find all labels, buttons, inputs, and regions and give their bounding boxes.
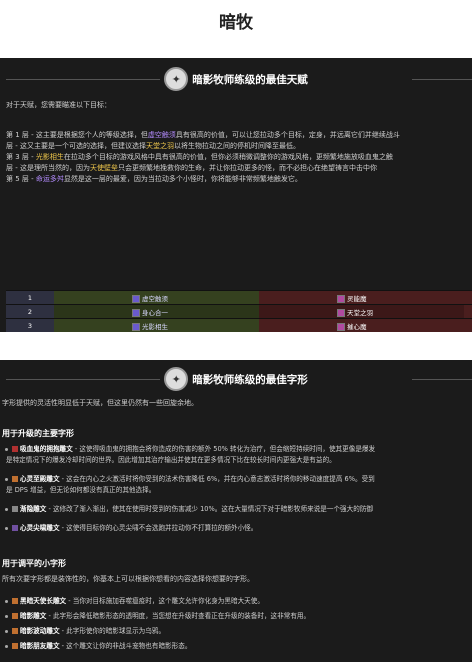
glyph-icon bbox=[12, 628, 18, 634]
talent-table-row: 1 虚空触须 灵能魔 bbox=[6, 290, 472, 305]
glyph-desc: - 这使得吸血鬼的拥抱会将你造成的伤害的额外 50% 转化为治疗，但会缩短持续时… bbox=[72, 445, 376, 453]
line-text: 层 - 这是理所当然的，因为 bbox=[6, 164, 90, 172]
glyph-header-title: 暗影牧师练级的最佳字形 bbox=[192, 373, 308, 386]
talent-cell[interactable]: 灵能魔 bbox=[259, 290, 464, 305]
glyph-desc: - 这个雕文让你的非战斗宠物也有暗影形态。 bbox=[59, 642, 192, 650]
glyph-link[interactable]: 吸血鬼的拥抱雕文 bbox=[20, 445, 73, 453]
talent-name: 灵能魔 bbox=[347, 294, 367, 303]
talent-icon bbox=[337, 294, 345, 303]
talent-name: 天堂之羽 bbox=[347, 308, 373, 317]
tier-cell: 2 bbox=[6, 304, 54, 319]
glyph-icon bbox=[12, 506, 18, 512]
talent-tier-line: 层 - 这是理所当然的，因为天使壁垒只会更频繁地挽救你的生命，并让你拉动更多的怪… bbox=[6, 163, 472, 174]
glyph-link[interactable]: 渐隐雕文 bbox=[20, 505, 46, 513]
line-text: 第 1 层 - 这主要是根据您个人的等级选择，但 bbox=[6, 131, 148, 139]
line-text: 只会更频繁地挽救你的生命，并让你拉动更多的怪，而不必担心在绝望祷言中击中你 bbox=[117, 164, 377, 172]
talent-icon bbox=[337, 308, 345, 317]
line-text: 第 3 层 - bbox=[6, 153, 36, 161]
talent-tier-line: 第 1 层 - 这主要是根据您个人的等级选择，但虚空触须具有很高的价值，可以让您… bbox=[6, 130, 472, 141]
talent-link[interactable]: 天使壁垒 bbox=[90, 164, 118, 172]
minor-glyph-intro: 所有次要字形都是装饰性的，你基本上可以根据你想看的内容选择你想要的字形。 bbox=[2, 575, 254, 583]
glyph-link[interactable]: 心灵至殿雕文 bbox=[20, 475, 60, 483]
talent-table-row: 2 身心合一 天堂之羽 bbox=[6, 304, 472, 319]
line-text: 以将生物拉动之间的停机时间降至最低。 bbox=[173, 142, 300, 150]
glyph-link[interactable]: 暗影朋友雕文 bbox=[20, 642, 60, 650]
major-glyph-title: 用于升级的主要字形 bbox=[2, 429, 74, 438]
talent-panel: ✦ 暗影牧师练级的最佳天赋 对于天赋，您需要瞄准以下目标： 第 1 层 - 这主… bbox=[0, 58, 472, 332]
glyph-section-header: ✦ 暗影牧师练级的最佳字形 bbox=[0, 366, 472, 392]
glyph-link[interactable]: 暗影波动雕文 bbox=[20, 627, 60, 635]
talent-tier-line: 第 5 层 - 命运多舛显然是这一层的最爱，因为当拉动多个小怪时，你将能够非常频… bbox=[6, 174, 472, 185]
glyph-link[interactable]: 黑暗天使长雕文 bbox=[20, 597, 66, 605]
priest-shadow-icon: ✦ bbox=[164, 367, 189, 391]
talent-icon bbox=[132, 294, 140, 303]
talent-section-header: ✦ 暗影牧师练级的最佳天赋 bbox=[0, 66, 472, 92]
talent-link[interactable]: 虚空触须 bbox=[148, 131, 176, 139]
talent-name: 身心合一 bbox=[142, 308, 168, 317]
talent-icon bbox=[132, 308, 140, 317]
list-item: 心灵至殿雕文 - 这会在内心之火激活时将你受到的法术伤害降低 6%，并在内心意志… bbox=[5, 474, 472, 485]
glyph-panel: ✦ 暗影牧师练级的最佳字形 字形提供的灵活性明显低于天赋，但这里仍然有一些回旋余… bbox=[0, 360, 472, 662]
talent-link[interactable]: 命运多舛 bbox=[36, 175, 64, 183]
list-item-continuation: 是 DPS 增益，但无论如何都没有真正的其他选择。 bbox=[6, 486, 156, 494]
line-text: 在拉动多个目标的游戏风格中具有很高的价值，但你必须稍微调整你的游戏风格，更频繁地… bbox=[63, 153, 393, 161]
list-item: 心灵尖啸雕文 - 这使得目标你的心灵尖啸不会选跑并拉动你不打算拉的额外小怪。 bbox=[5, 523, 472, 534]
glyph-desc: - 当你对目标施加吞噬瘟疫时，这个雕文允许你化身为黑暗大天使。 bbox=[66, 597, 264, 605]
glyph-intro: 字形提供的灵活性明显低于天赋，但这里仍然有一些回旋余地。 bbox=[2, 399, 198, 407]
talent-cell[interactable]: 虚空触须 bbox=[54, 290, 259, 305]
priest-shadow-icon: ✦ bbox=[164, 67, 189, 91]
tier-cell: 3 bbox=[6, 318, 54, 332]
glyph-icon bbox=[12, 613, 18, 619]
talent-icon bbox=[132, 322, 140, 331]
line-text: 层 - 这又主要是一个可选的选择，但建议选择 bbox=[6, 142, 146, 150]
list-item: 吸血鬼的拥抱雕文 - 这使得吸血鬼的拥抱会将你造成的伤害的额外 50% 转化为治… bbox=[5, 444, 472, 455]
talent-link[interactable]: 光影相生 bbox=[36, 153, 64, 161]
talent-name: 光影相生 bbox=[142, 322, 168, 331]
glyph-desc: - 这修改了渐入渐出，使其在使用时受到的伤害减少 10%。这在大量情况下对于暗影… bbox=[46, 505, 374, 513]
talent-table: 1虚空触须灵能魔2身心合一天堂之羽3光影相生摧心魔4绝望祷言幽灵伪装5命运多舛能… bbox=[6, 290, 472, 332]
talent-cell[interactable]: 摧心魔 bbox=[259, 318, 464, 332]
glyph-link[interactable]: 心灵尖啸雕文 bbox=[20, 524, 60, 532]
talent-link[interactable]: 天堂之羽 bbox=[146, 142, 174, 150]
glyph-icon bbox=[12, 643, 18, 649]
glyph-desc: - 此字形会降低暗影形态的透明度，当您想在升级时查看正在升级的装备时，这非常有用… bbox=[46, 612, 311, 620]
tier-cell: 1 bbox=[6, 290, 54, 305]
talent-cell-empty bbox=[464, 318, 472, 332]
glyph-icon bbox=[12, 525, 18, 531]
list-item: 黑暗天使长雕文 - 当你对目标施加吞噬瘟疫时，这个雕文允许你化身为黑暗大天使。 bbox=[5, 596, 472, 607]
list-item: 暗影波动雕文 - 此字形使你的暗影球显示为乌鸦。 bbox=[5, 626, 472, 637]
talent-cell[interactable]: 天堂之羽 bbox=[259, 304, 464, 319]
glyph-desc: - 这使得目标你的心灵尖啸不会选跑并拉动你不打算拉的额外小怪。 bbox=[59, 524, 258, 532]
glyph-link[interactable]: 暗影雕文 bbox=[20, 612, 46, 620]
list-item-continuation: 是特定情况下的爆发冷却时间的世界。因此增加其治疗输出并使其在更多情况下比在较长时… bbox=[6, 456, 336, 464]
line-text: 第 5 层 - bbox=[6, 175, 36, 183]
minor-glyph-title: 用于调平的小字形 bbox=[2, 559, 66, 568]
talent-cell-empty bbox=[464, 304, 472, 319]
talent-cell[interactable]: 光影相生 bbox=[54, 318, 259, 332]
line-text: 具有很高的价值，可以让您拉动多个目标，定身，并远离它们并继续战斗 bbox=[175, 131, 400, 139]
list-item: 暗影雕文 - 此字形会降低暗影形态的透明度，当您想在升级时查看正在升级的装备时，… bbox=[5, 611, 472, 622]
glyph-icon bbox=[12, 476, 18, 482]
talent-tier-line: 层 - 这又主要是一个可选的选择，但建议选择天堂之羽以将生物拉动之间的停机时间降… bbox=[6, 141, 472, 152]
talent-table-row: 3 光影相生 摧心魔 bbox=[6, 318, 472, 332]
line-text: 显然是这一层的最爱，因为当拉动多个小怪时，你将能够非常频繁地触发它。 bbox=[63, 175, 302, 183]
talent-tier-line: 第 3 层 - 光影相生在拉动多个目标的游戏风格中具有很高的价值，但你必须稍微调… bbox=[6, 152, 472, 163]
list-item: 渐隐雕文 - 这修改了渐入渐出，使其在使用时受到的伤害减少 10%。这在大量情况… bbox=[5, 504, 472, 515]
glyph-desc: - 此字形使你的暗影球显示为乌鸦。 bbox=[59, 627, 166, 635]
talent-icon bbox=[337, 322, 345, 331]
talent-header-title: 暗影牧师练级的最佳天赋 bbox=[192, 73, 308, 86]
talent-intro: 对于天赋，您需要瞄准以下目标： bbox=[6, 101, 111, 109]
glyph-desc: - 这会在内心之火激活时将你受到的法术伤害降低 6%，并在内心意志激活时将你的移… bbox=[59, 475, 375, 483]
talent-cell-empty bbox=[464, 290, 472, 305]
glyph-icon bbox=[12, 446, 18, 452]
talent-name: 虚空触须 bbox=[142, 294, 168, 303]
glyph-icon bbox=[12, 598, 18, 604]
page-title: 暗牧 bbox=[219, 13, 253, 33]
talent-name: 摧心魔 bbox=[347, 322, 367, 331]
list-item: 暗影朋友雕文 - 这个雕文让你的非战斗宠物也有暗影形态。 bbox=[5, 641, 472, 652]
talent-cell[interactable]: 身心合一 bbox=[54, 304, 259, 319]
